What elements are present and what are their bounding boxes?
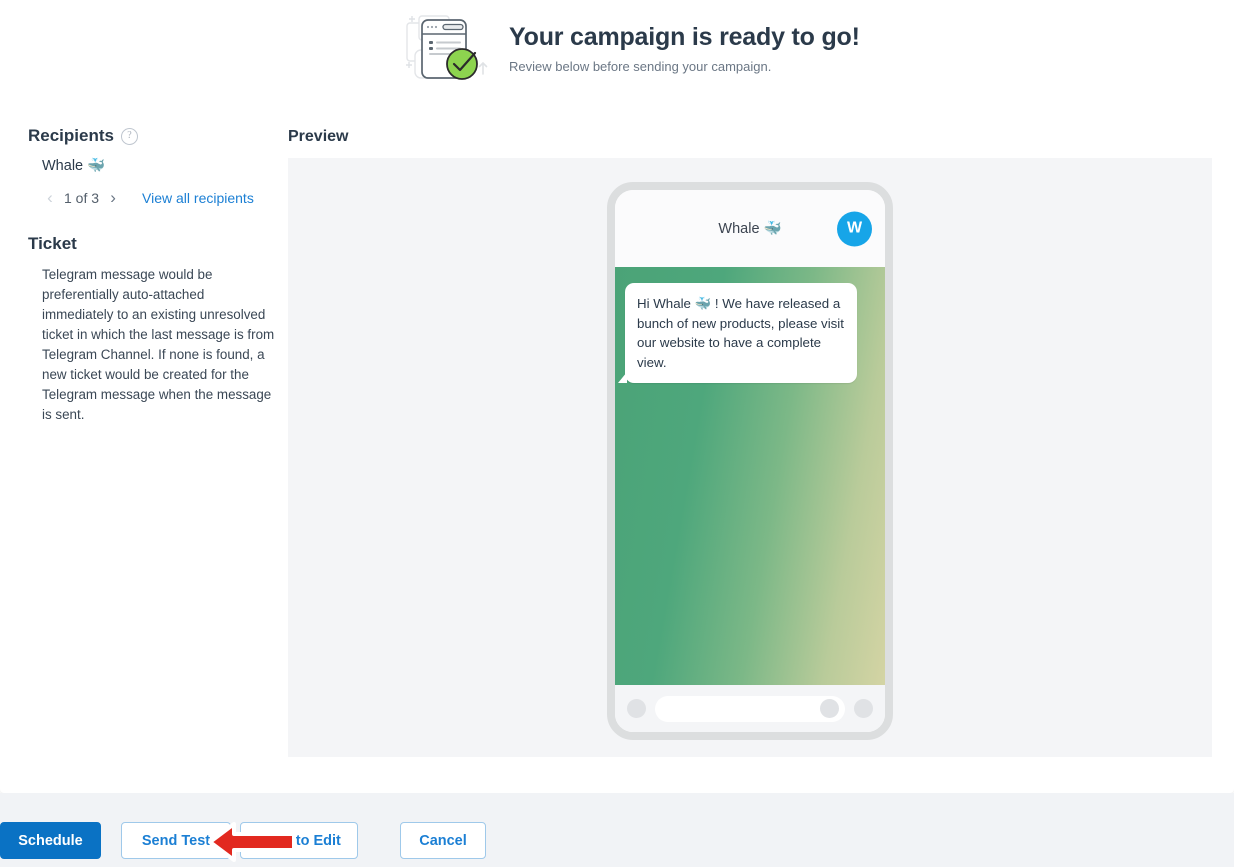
recipients-heading-label: Recipients [28,126,114,145]
chevron-left-icon[interactable]: ‹ [39,189,61,206]
ticket-heading: Ticket [28,234,276,254]
ticket-heading-label: Ticket [28,234,77,253]
view-all-recipients-link[interactable]: View all recipients [142,190,254,206]
phone-chat-header: Whale 🐳 W [615,190,885,267]
circle-dot-icon-left [627,699,646,718]
recipients-heading: Recipients ? [28,126,276,146]
page-header: Your campaign is ready to go! Review bel… [405,12,860,88]
header-text-block: Your campaign is ready to go! Review bel… [509,12,860,75]
cancel-button[interactable]: Cancel [400,822,486,859]
phone-chat-title: Whale 🐳 [718,221,782,237]
page-title: Your campaign is ready to go! [509,23,860,51]
phone-mockup: Whale 🐳 W Hi Whale 🐳 ! We have released … [607,182,893,740]
phone-message-input [655,695,845,722]
left-column: Recipients ? Whale 🐳 ‹ 1 of 3 › View all… [28,126,276,425]
send-test-button[interactable]: Send Test [121,822,231,859]
campaign-ready-illustration [406,15,488,80]
phone-footer-bar [615,685,885,732]
chevron-right-icon[interactable]: › [102,189,124,206]
pager-count: 1 of 3 [64,189,100,206]
action-buttons-group: Schedule Send Test Back to Edit Cancel [0,822,486,859]
circle-dot-icon-input [820,699,839,718]
recipient-name: Whale 🐳 [42,158,106,174]
ticket-description: Telegram message would be preferentially… [42,267,275,422]
question-mark-icon[interactable]: ? [120,127,138,145]
circle-dot-icon-right [854,699,873,718]
main-content-card: Your campaign is ready to go! Review bel… [0,0,1234,793]
preview-panel: Whale 🐳 W Hi Whale 🐳 ! We have released … [288,158,1212,757]
preview-heading: Preview [288,128,349,145]
back-to-edit-button[interactable]: Back to Edit [240,822,358,859]
phone-chat-body: Hi Whale 🐳 ! We have released a bunch of… [615,267,885,685]
recipient-pager: ‹ 1 of 3 › View all recipients [39,189,276,206]
chat-message-bubble: Hi Whale 🐳 ! We have released a bunch of… [618,283,857,383]
avatar: W [837,211,872,246]
action-bar: Schedule Send Test Back to Edit Cancel [0,793,1234,867]
schedule-button[interactable]: Schedule [0,822,101,859]
page-subtitle: Review below before sending your campaig… [509,59,772,75]
